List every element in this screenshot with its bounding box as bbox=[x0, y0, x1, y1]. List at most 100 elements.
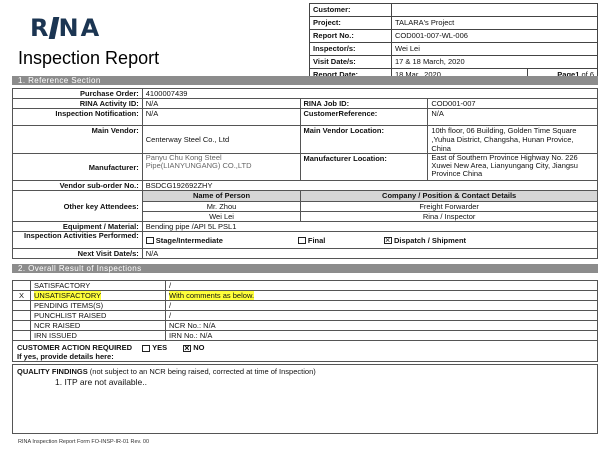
activity-id-value: N/A bbox=[141, 98, 301, 109]
vendor-value: Centerway Steel Co., Ltd bbox=[141, 125, 301, 154]
suborder-label: Vendor sub-order No.: bbox=[12, 180, 143, 191]
checkbox-icon bbox=[145, 237, 154, 245]
result-name: UNSATISFACTORY bbox=[30, 290, 166, 301]
activity-final-label: Final bbox=[307, 235, 326, 245]
checkbox-icon bbox=[297, 237, 306, 245]
checked-box-icon bbox=[183, 343, 192, 353]
quality-findings-header: QUALITY FINDINGS (not subject to an NCR … bbox=[17, 367, 593, 377]
customer-action-no-label: NO bbox=[193, 343, 205, 352]
inspector-value: Wei Lei bbox=[391, 42, 598, 56]
vendor-loc-label: Main Vendor Location: bbox=[299, 125, 429, 154]
result-name: PUNCHLIST RAISED bbox=[30, 310, 166, 321]
result-mark bbox=[12, 320, 31, 331]
result-detail: / bbox=[165, 280, 598, 291]
manufacturer-label: Manufacturer: bbox=[12, 153, 143, 181]
attendee-company: Rina / Inspector bbox=[422, 211, 476, 221]
equipment-label: Equipment / Material: bbox=[12, 221, 143, 232]
result-detail-highlight: With comments as below. bbox=[169, 291, 255, 300]
section-reference-bar: 1. Reference Section bbox=[12, 76, 598, 85]
project-label: Project: bbox=[309, 16, 392, 30]
visit-date-label: Visit Date/s: bbox=[309, 55, 392, 69]
project-value: TALARA's Project bbox=[391, 16, 598, 30]
report-title: Inspection Report bbox=[18, 48, 160, 68]
visit-date-value: 17 & 18 March, 2020 bbox=[391, 55, 598, 69]
customer-value bbox=[391, 3, 598, 17]
customer-action-label: CUSTOMER ACTION REQUIRED bbox=[17, 343, 133, 352]
quality-findings-note: (not subject to an NCR being raised, cor… bbox=[89, 367, 316, 376]
activities-options: Stage/Intermediate Final Dispatch / Ship… bbox=[141, 231, 599, 249]
result-name: SATISFACTORY bbox=[30, 280, 166, 291]
attendees-table: Name of Person Company / Position & Cont… bbox=[142, 191, 597, 221]
inspector-label: Inspector/s: bbox=[309, 42, 392, 56]
activity-final-option[interactable]: Final bbox=[297, 235, 382, 245]
customer-ref-value: N/A bbox=[427, 108, 598, 126]
attendees-label: Other key Attendees: bbox=[12, 190, 143, 222]
attendees-col-company: Company / Position & Contact Details bbox=[300, 191, 597, 202]
attendee-company: Freight Forwarder bbox=[300, 201, 597, 212]
result-detail: IRN No.: N/A bbox=[165, 330, 598, 341]
vendor-label: Main Vendor: bbox=[12, 125, 143, 154]
result-mark bbox=[12, 300, 31, 311]
customer-action-row: CUSTOMER ACTION REQUIRED YES NO bbox=[17, 343, 593, 353]
customer-action-detail: If yes, provide details here: bbox=[17, 352, 114, 361]
result-row: NCR RAISED NCR No.: N/A bbox=[12, 320, 598, 331]
quality-findings-label: QUALITY FINDINGS bbox=[17, 367, 88, 376]
equipment-value: Bending pipe /API 5L PSL1 bbox=[141, 221, 599, 232]
job-id-label: RINA Job ID: bbox=[299, 98, 429, 109]
attendee-name: Wei Lei bbox=[142, 211, 302, 221]
result-row: IRN ISSUED IRN No.: N/A bbox=[12, 330, 598, 341]
result-detail: / bbox=[165, 300, 598, 311]
notification-value: N/A bbox=[141, 108, 301, 126]
attendee-name: Mr. Zhou bbox=[142, 201, 302, 212]
activity-dispatch-label: Dispatch / Shipment bbox=[393, 235, 467, 245]
customer-action-no-option[interactable]: NO bbox=[183, 343, 205, 353]
checkbox-icon bbox=[142, 344, 151, 352]
manufacturer-loc-label: Manufacturer Location: bbox=[299, 153, 429, 181]
result-detail: With comments as below. bbox=[165, 290, 598, 301]
next-visit-label: Next Visit Date/s: bbox=[12, 248, 143, 259]
result-row: SATISFACTORY / bbox=[12, 280, 598, 291]
quality-findings-block: QUALITY FINDINGS (not subject to an NCR … bbox=[12, 364, 598, 434]
report-no-value: COD001-007-WL-006 bbox=[391, 29, 598, 43]
purchase-order-value: 4100007439 bbox=[141, 88, 599, 99]
result-mark bbox=[12, 280, 31, 291]
result-detail: / bbox=[165, 310, 598, 321]
result-row: PUNCHLIST RAISED / bbox=[12, 310, 598, 321]
logo-letter-a: A bbox=[80, 14, 102, 42]
manufacturer-loc-value: East of Southern Province Highway No. 22… bbox=[427, 153, 598, 181]
activities-label: Inspection Activities Performed: bbox=[12, 231, 143, 249]
activity-stage-option[interactable]: Stage/Intermediate bbox=[145, 235, 296, 245]
suborder-value: BSDCG192692ZHY bbox=[141, 180, 599, 191]
logo-letter-n: N bbox=[58, 14, 81, 42]
report-no-label: Report No.: bbox=[309, 29, 392, 43]
result-mark: X bbox=[12, 290, 31, 301]
notification-label: Inspection Notification: bbox=[12, 108, 143, 126]
result-name-highlight: UNSATISFACTORY bbox=[34, 291, 102, 300]
customer-label: Customer: bbox=[309, 3, 392, 17]
result-mark bbox=[12, 330, 31, 341]
result-row: X UNSATISFACTORY With comments as below. bbox=[12, 290, 598, 301]
quality-findings-item: 1. ITP are not available.. bbox=[55, 377, 147, 387]
result-mark bbox=[12, 310, 31, 321]
attendees-cell: Name of Person Company / Position & Cont… bbox=[141, 190, 599, 222]
header-table: Customer: Project: TALARA's Project Repor… bbox=[309, 3, 598, 82]
activity-dispatch-option[interactable]: Dispatch / Shipment bbox=[383, 235, 467, 245]
activity-id-label: RINA Activity ID: bbox=[12, 98, 143, 109]
result-name: PENDING ITEMS(S) bbox=[30, 300, 166, 311]
job-id-value: COD001-007 bbox=[427, 98, 598, 109]
result-name: NCR RAISED bbox=[30, 320, 166, 331]
result-detail: NCR No.: N/A bbox=[165, 320, 598, 331]
customer-action-yes-label: YES bbox=[152, 343, 168, 352]
activity-stage-label: Stage/Intermediate bbox=[155, 235, 223, 245]
form-footer: RINA Inspection Report Form FO-INSP-IR-0… bbox=[18, 439, 150, 445]
customer-action-yes-option[interactable]: YES bbox=[142, 343, 167, 352]
logo-letter-r: R bbox=[30, 14, 51, 42]
vendor-loc-value: 10th floor, 06 Building, Golden Time Squ… bbox=[427, 125, 598, 154]
reference-table: Purchase Order: 4100007439 RINA Activity… bbox=[12, 88, 599, 259]
section-results-bar: 2. Overall Result of Inspections bbox=[12, 264, 598, 273]
checked-box-icon bbox=[383, 235, 392, 245]
customer-ref-label: CustomerReference: bbox=[299, 108, 429, 126]
rina-logo: R N A bbox=[30, 14, 101, 42]
result-row: PENDING ITEMS(S) / bbox=[12, 300, 598, 311]
attendees-col-name: Name of Person bbox=[142, 191, 302, 202]
